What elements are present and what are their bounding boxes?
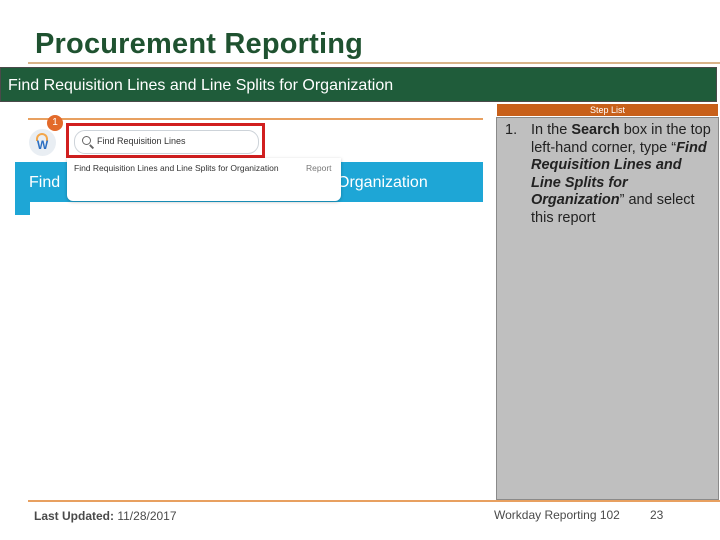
search-input-value: Find Requisition Lines: [97, 136, 186, 146]
workday-logo-icon[interactable]: W: [29, 129, 56, 156]
step-text-pre: In the: [531, 122, 572, 138]
workday-band-corner: [15, 202, 30, 215]
step-number: 1.: [505, 122, 518, 138]
search-results-dropdown: Find Requisition Lines and Line Splits f…: [67, 158, 341, 201]
search-input[interactable]: Find Requisition Lines: [74, 130, 259, 154]
logo-letter: W: [36, 138, 49, 152]
title-divider: [28, 62, 720, 64]
step-marker-badge: 1: [47, 115, 63, 131]
footer-divider: [28, 500, 720, 502]
last-updated-value: 11/28/2017: [114, 509, 177, 523]
search-highlight-box: Find Requisition Lines: [66, 123, 265, 158]
search-result-category: Report: [306, 163, 332, 173]
course-name: Workday Reporting 102: [494, 508, 620, 522]
page-number: 23: [650, 508, 664, 522]
slide-title: Procurement Reporting: [35, 28, 364, 60]
screenshot-top-divider: [28, 118, 483, 120]
step-instruction: In the Search box in the top left-hand c…: [531, 122, 713, 227]
section-banner: Find Requisition Lines and Line Splits f…: [0, 67, 717, 102]
step-text-bold: Search: [571, 122, 620, 138]
banner-text: Find Requisition Lines and Line Splits f…: [8, 77, 394, 94]
step-list-panel: 1. In the Search box in the top left-han…: [496, 117, 719, 500]
last-updated-label: Last Updated:: [34, 509, 115, 523]
step-list-header: Step List: [497, 104, 718, 116]
last-updated: Last Updated: 11/28/2017: [34, 509, 177, 523]
search-result-item[interactable]: Find Requisition Lines and Line Splits f…: [74, 163, 279, 173]
step-list-header-text: Step List: [589, 105, 626, 115]
search-icon: [82, 136, 91, 145]
band-text-right: Organization: [337, 174, 428, 191]
band-text-left: Find: [29, 174, 61, 191]
